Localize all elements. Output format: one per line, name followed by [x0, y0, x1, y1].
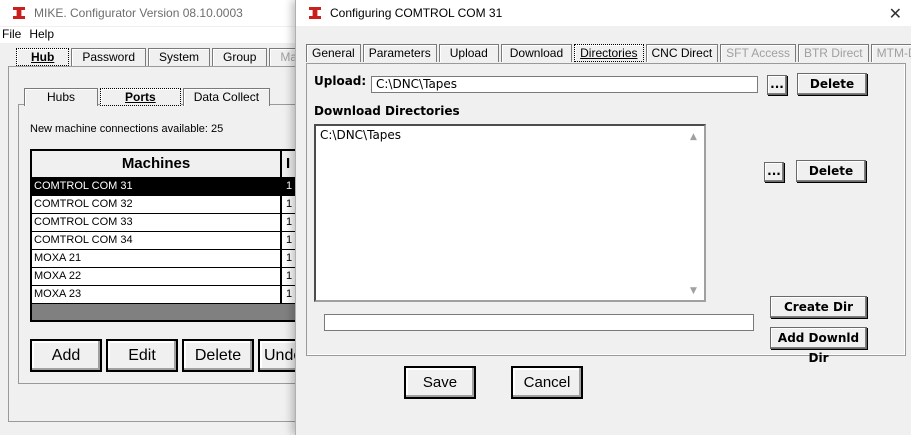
app-logo-icon — [308, 6, 322, 20]
tab-password[interactable]: Password — [71, 48, 147, 66]
dialog-titlebar: Configuring COMTROL COM 31 ✕ — [296, 0, 911, 26]
menu-bar: File Help — [0, 27, 300, 43]
machine-name: MOXA 23 — [32, 286, 282, 303]
tab-system[interactable]: System — [148, 48, 211, 66]
list-item[interactable]: C:\DNC\Tapes — [320, 128, 700, 142]
configuring-dialog: Configuring COMTROL COM 31 ✕ General Par… — [295, 0, 911, 435]
configurator-title: MIKE. Configurator Version 08.10.0003 — [34, 6, 243, 20]
sub-tabs: Hubs Ports Data Collect — [24, 88, 272, 106]
tab-btr-direct[interactable]: BTR Direct — [797, 44, 869, 62]
table-row[interactable]: COMTROL COM 32 1 — [32, 196, 300, 214]
download-directories-list[interactable]: C:\DNC\Tapes ▲ ▼ — [314, 124, 706, 302]
configurator-window: MIKE. Configurator Version 08.10.0003 Fi… — [0, 0, 300, 435]
machine-name: COMTROL COM 33 — [32, 214, 282, 231]
dialog-title: Configuring COMTROL COM 31 — [330, 6, 503, 20]
tab-data-collect[interactable]: Data Collect — [182, 88, 271, 106]
upload-label: Upload: — [314, 74, 367, 88]
machines-header[interactable]: Machines — [32, 151, 282, 177]
cancel-button[interactable]: Cancel — [511, 366, 583, 399]
machine-name: COMTROL COM 31 — [32, 178, 282, 195]
table-row[interactable]: COMTROL COM 34 1 — [32, 232, 300, 250]
tab-mtm-dnc[interactable]: MTM-DNC — [870, 44, 911, 62]
tab-directories[interactable]: Directories — [574, 44, 644, 62]
available-connections: New machine connections available: 25 — [30, 123, 224, 135]
tab-download[interactable]: Download — [500, 44, 573, 62]
grid-empty-row — [32, 304, 300, 320]
tab-group[interactable]: Group — [212, 48, 268, 66]
scroll-up-icon[interactable]: ▲ — [690, 132, 697, 142]
edit-button[interactable]: Edit — [106, 339, 178, 372]
table-row[interactable]: COMTROL COM 31 1 — [32, 178, 300, 196]
tab-ports[interactable]: Ports — [100, 88, 181, 106]
tab-parameters[interactable]: Parameters — [362, 44, 437, 62]
scroll-down-icon[interactable]: ▼ — [690, 286, 697, 296]
menu-help[interactable]: Help — [29, 27, 54, 43]
download-browse-button[interactable]: ... — [764, 162, 784, 182]
machine-name: MOXA 21 — [32, 250, 282, 267]
top-tabs: Hub Password System Group Ma — [16, 48, 300, 66]
upload-path-field[interactable]: C:\DNC\Tapes — [371, 76, 758, 93]
table-row[interactable]: MOXA 22 1 — [32, 268, 300, 286]
save-button[interactable]: Save — [404, 366, 476, 399]
machines-grid: Machines I COMTROL COM 31 1 COMTROL COM … — [30, 149, 300, 322]
app-logo-icon — [12, 6, 26, 20]
grid-header: Machines I — [32, 151, 300, 178]
new-directory-field[interactable] — [324, 314, 754, 331]
tab-general[interactable]: General — [306, 44, 361, 62]
table-row[interactable]: COMTROL COM 33 1 — [32, 214, 300, 232]
tab-hub[interactable]: Hub — [16, 48, 70, 66]
undo-button[interactable]: Undo — [258, 339, 300, 372]
add-download-dir-button[interactable]: Add Downld Dir — [770, 327, 867, 365]
tab-cnc-direct[interactable]: CNC Direct — [645, 44, 719, 62]
machine-name: COMTROL COM 32 — [32, 196, 282, 213]
upload-delete-button[interactable]: Delete — [797, 73, 867, 95]
upload-browse-button[interactable]: ... — [767, 75, 787, 95]
close-icon[interactable]: ✕ — [889, 4, 902, 24]
table-row[interactable]: MOXA 21 1 — [32, 250, 300, 268]
tab-sft-access[interactable]: SFT Access — [720, 44, 796, 62]
tab-hubs[interactable]: Hubs — [24, 88, 99, 106]
configurator-titlebar: MIKE. Configurator Version 08.10.0003 — [0, 0, 300, 26]
download-delete-button[interactable]: Delete — [796, 160, 866, 182]
create-dir-button[interactable]: Create Dir — [770, 296, 867, 318]
machine-name: MOXA 22 — [32, 268, 282, 285]
dialog-tabs: General Parameters Upload Download Direc… — [306, 44, 911, 62]
machine-name: COMTROL COM 34 — [32, 232, 282, 249]
delete-button[interactable]: Delete — [182, 339, 254, 372]
add-button[interactable]: Add — [30, 339, 102, 372]
tab-upload[interactable]: Upload — [438, 44, 499, 62]
table-row[interactable]: MOXA 23 1 — [32, 286, 300, 304]
list-scrollbar[interactable]: ▲ ▼ — [688, 128, 702, 298]
menu-file[interactable]: File — [2, 27, 21, 43]
download-directories-label: Download Directories — [314, 104, 460, 118]
